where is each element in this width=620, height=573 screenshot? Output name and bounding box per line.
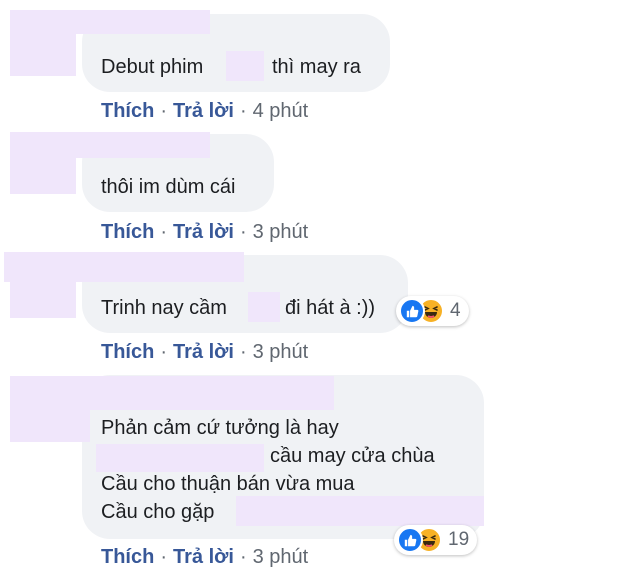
like-link[interactable]: Thích [101, 100, 154, 122]
separator: · [239, 546, 247, 568]
separator: · [239, 100, 247, 122]
like-link[interactable]: Thích [101, 221, 154, 243]
timestamp[interactable]: 3 phút [253, 341, 309, 363]
timestamp[interactable]: 3 phút [253, 546, 309, 568]
comment-text: Cầu cho gặp [101, 501, 215, 523]
separator: · [239, 221, 247, 243]
comment-text: cầu may cửa chùa [270, 445, 435, 467]
redacted-text [96, 444, 264, 472]
redacted-text [248, 292, 280, 322]
like-icon [397, 527, 423, 553]
reaction-summary[interactable]: 4 [396, 296, 469, 326]
redacted-avatar [10, 282, 76, 318]
comment-text: Phản cảm cứ tưởng là hay [101, 417, 339, 439]
reaction-summary[interactable]: 19 [394, 525, 478, 555]
like-link[interactable]: Thích [101, 341, 154, 363]
redacted-avatar [10, 410, 90, 442]
redacted-avatar [10, 34, 76, 76]
redacted-author-name [10, 132, 210, 158]
separator: · [160, 221, 168, 243]
reply-link[interactable]: Trả lời [173, 100, 234, 122]
comment-text: đi hát à :)) [285, 297, 376, 319]
comment-actions: Thích · Trả lời · 3 phút [101, 340, 308, 364]
reply-link[interactable]: Trả lời [173, 546, 234, 568]
reply-link[interactable]: Trả lời [173, 341, 234, 363]
redacted-avatar [10, 158, 76, 194]
comment-actions: Thích · Trả lời · 3 phút [101, 545, 308, 569]
redacted-author-name [4, 252, 244, 282]
redacted-text [236, 496, 484, 526]
reaction-count: 4 [450, 300, 461, 321]
like-icon [399, 298, 425, 324]
comment-text: Cầu cho thuận bán vừa mua [101, 473, 355, 495]
timestamp[interactable]: 3 phút [253, 221, 309, 243]
timestamp[interactable]: 4 phút [253, 100, 309, 122]
like-link[interactable]: Thích [101, 546, 154, 568]
reply-link[interactable]: Trả lời [173, 221, 234, 243]
separator: · [160, 100, 168, 122]
comment-text: Debut phim [101, 56, 204, 78]
comment-actions: Thích · Trả lời · 3 phút [101, 220, 308, 244]
comment-text: thì may ra [272, 56, 361, 78]
comment-actions: Thích · Trả lời · 4 phút [101, 99, 308, 123]
separator: · [160, 341, 168, 363]
separator: · [239, 341, 247, 363]
redacted-text [226, 51, 264, 81]
reaction-count: 19 [448, 529, 470, 550]
redacted-author-name [10, 376, 334, 410]
redacted-author-name [10, 10, 210, 34]
comment-text: Trinh nay cầm [101, 297, 227, 319]
comment-text: thôi im dùm cái [101, 176, 236, 198]
separator: · [160, 546, 168, 568]
